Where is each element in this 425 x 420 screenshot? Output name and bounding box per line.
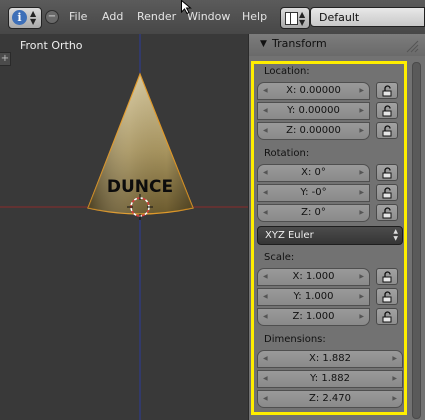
padlock-icon [382, 291, 392, 303]
padlock-icon [382, 125, 392, 137]
drag-handle-icon[interactable] [405, 39, 419, 53]
rotation-mode-value: XYZ Euler [265, 230, 314, 241]
padlock-icon [382, 207, 392, 219]
editor-type-button[interactable]: i ▲ ▼ [8, 7, 42, 29]
layout-grid-icon [285, 12, 298, 25]
dimensions-y-field[interactable]: ◀ Y: 1.882 ▶ [257, 370, 403, 388]
padlock-icon [382, 167, 392, 179]
top-menu-bar: i ▲ ▼ − File Add Render Window Help ▲ ▼ De… [0, 0, 425, 35]
scale-y-field[interactable]: ◀ Y: 1.000 ▶ [257, 288, 370, 306]
dimensions-label: Dimensions: [264, 334, 326, 345]
up-down-arrows-icon: ▲ ▼ [299, 10, 306, 27]
location-label: Location: [264, 66, 310, 77]
scale-x-field[interactable]: ◀ X: 1.000 ▶ [257, 268, 370, 286]
padlock-icon [382, 105, 392, 117]
lock-rotation-z-button[interactable] [376, 204, 398, 221]
rotation-mode-dropdown[interactable]: XYZ Euler ▲ ▼ [257, 226, 403, 245]
mouse-cursor-icon [181, 0, 192, 14]
lock-location-y-button[interactable] [376, 102, 398, 119]
lock-rotation-y-button[interactable] [376, 184, 398, 201]
dimensions-x-field[interactable]: ◀ X: 1.882 ▶ [257, 350, 403, 368]
rotation-y-field[interactable]: ◀ Y: -0° ▶ [257, 184, 370, 202]
viewport-scene: DUNCE [0, 34, 248, 420]
panel-scrollbar[interactable] [412, 62, 421, 419]
3d-viewport[interactable]: Front Ortho + DUNCE [0, 34, 248, 420]
dimensions-z-field[interactable]: ◀ Z: 2.470 ▶ [257, 390, 403, 408]
screen-layout-field[interactable]: Default [310, 7, 425, 27]
scale-label: Scale: [264, 252, 295, 263]
scale-z-field[interactable]: ◀ Z: 1.000 ▶ [257, 308, 370, 326]
lock-rotation-x-button[interactable] [376, 164, 398, 181]
panel-title: Transform [272, 37, 327, 50]
menu-help[interactable]: Help [242, 10, 267, 23]
info-icon: i [12, 10, 27, 25]
rotation-label: Rotation: [264, 148, 310, 159]
padlock-icon [382, 271, 392, 283]
padlock-icon [382, 311, 392, 323]
menu-window[interactable]: Window [187, 10, 230, 23]
up-down-arrows-icon: ▲ ▼ [30, 9, 37, 26]
location-x-field[interactable]: ◀ X: 0.00000 ▶ [257, 82, 370, 100]
location-z-field[interactable]: ◀ Z: 0.00000 ▶ [257, 122, 370, 140]
lock-scale-y-button[interactable] [376, 288, 398, 305]
up-down-arrows-icon: ▲ ▼ [393, 228, 398, 242]
transform-panel-header[interactable]: ▼ Transform [249, 34, 425, 56]
lock-location-z-button[interactable] [376, 122, 398, 139]
screen-layout-button[interactable]: ▲ ▼ [280, 7, 310, 29]
padlock-icon [382, 85, 392, 97]
menu-file[interactable]: File [69, 10, 87, 23]
lock-scale-x-button[interactable] [376, 268, 398, 285]
padlock-icon [382, 187, 392, 199]
collapse-menus-icon[interactable]: − [45, 10, 59, 24]
collapse-arrow-icon[interactable]: ▼ [260, 40, 267, 49]
menu-render[interactable]: Render [137, 10, 176, 23]
lock-scale-z-button[interactable] [376, 308, 398, 325]
location-y-field[interactable]: ◀ Y: 0.00000 ▶ [257, 102, 370, 120]
menu-add[interactable]: Add [102, 10, 123, 23]
lock-location-x-button[interactable] [376, 82, 398, 99]
rotation-z-field[interactable]: ◀ Z: 0° ▶ [257, 204, 370, 222]
cone-object[interactable]: DUNCE [87, 72, 194, 215]
rotation-x-field[interactable]: ◀ X: 0° ▶ [257, 164, 370, 182]
